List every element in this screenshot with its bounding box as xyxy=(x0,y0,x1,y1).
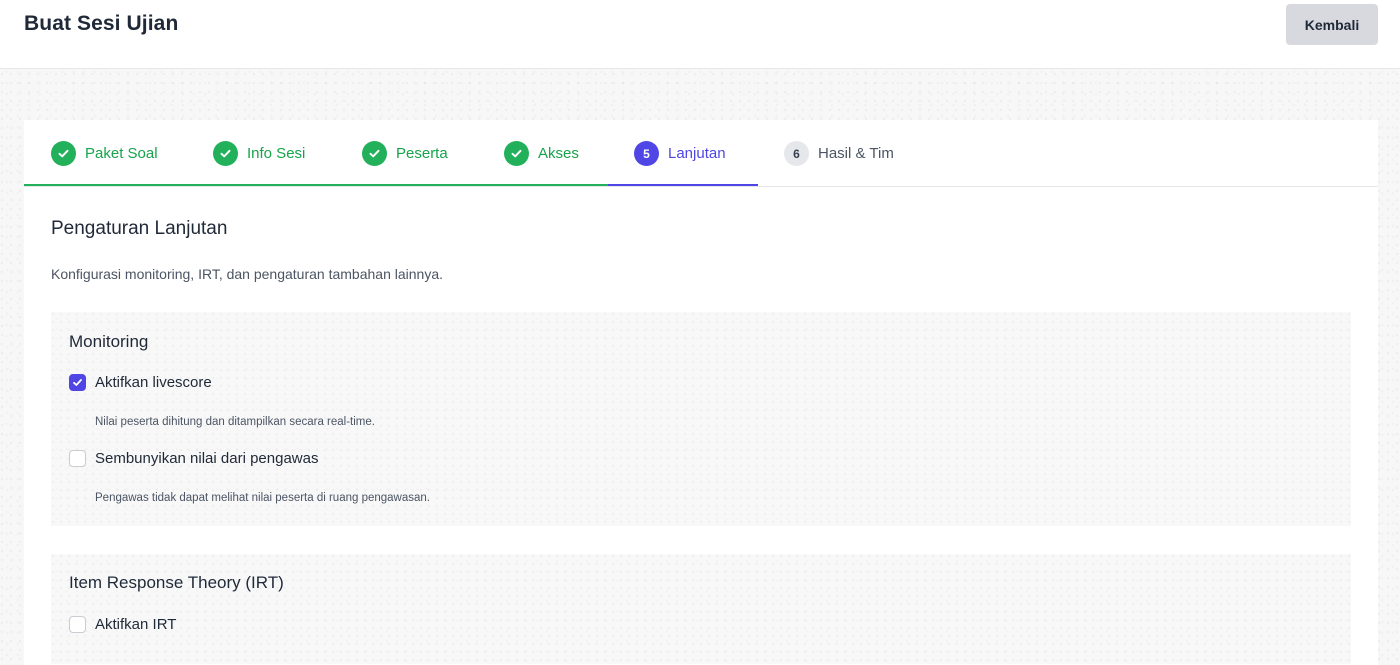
option-help: Pengawas tidak dapat melihat nilai peser… xyxy=(95,492,430,504)
progress-line-done xyxy=(24,184,608,186)
hide-score-checkbox[interactable] xyxy=(69,450,86,467)
section-title: Pengaturan Lanjutan xyxy=(51,218,228,239)
group-title: Item Response Theory (IRT) xyxy=(69,573,284,592)
livescore-checkbox[interactable] xyxy=(69,374,86,391)
step-paket-soal[interactable]: Paket Soal xyxy=(51,120,158,187)
option-label: Aktifkan IRT xyxy=(95,616,177,633)
option-help: Nilai peserta dihitung dan ditampilkan s… xyxy=(95,416,375,428)
back-button[interactable]: Kembali xyxy=(1286,4,1378,45)
page-title: Buat Sesi Ujian xyxy=(24,12,179,35)
step-number: 5 xyxy=(634,141,659,166)
step-label: Akses xyxy=(538,145,579,162)
top-bar: Buat Sesi Ujian Kembali xyxy=(0,0,1400,69)
hide-score-option[interactable]: Sembunyikan nilai dari pengawas xyxy=(69,450,318,467)
check-icon xyxy=(504,141,529,166)
check-icon xyxy=(362,141,387,166)
step-akses[interactable]: Akses xyxy=(504,120,579,187)
option-label: Aktifkan livescore xyxy=(95,374,212,391)
monitoring-group: Monitoring Aktifkan livescore Nilai pese… xyxy=(51,312,1351,526)
livescore-option[interactable]: Aktifkan livescore xyxy=(69,374,212,391)
option-label: Sembunyikan nilai dari pengawas xyxy=(95,450,319,467)
irt-checkbox[interactable] xyxy=(69,616,86,633)
step-lanjutan[interactable]: 5 Lanjutan xyxy=(634,120,726,187)
group-title: Monitoring xyxy=(69,332,149,351)
section-description: Konfigurasi monitoring, IRT, dan pengatu… xyxy=(51,266,443,282)
step-hasil-tim[interactable]: 6 Hasil & Tim xyxy=(784,120,894,187)
stepper-tabs: Paket Soal Info Sesi Peserta Akses 5 Lan… xyxy=(24,120,1378,187)
progress-line-active xyxy=(608,184,758,186)
step-number: 6 xyxy=(784,141,809,166)
step-label: Paket Soal xyxy=(85,145,158,162)
irt-group: Item Response Theory (IRT) Aktifkan IRT xyxy=(51,554,1351,664)
step-peserta[interactable]: Peserta xyxy=(362,120,448,187)
step-label: Hasil & Tim xyxy=(818,145,894,162)
check-icon xyxy=(213,141,238,166)
step-label: Peserta xyxy=(396,145,448,162)
step-label: Info Sesi xyxy=(247,145,306,162)
check-icon xyxy=(51,141,76,166)
form-card: Paket Soal Info Sesi Peserta Akses 5 Lan… xyxy=(24,120,1378,665)
step-info-sesi[interactable]: Info Sesi xyxy=(213,120,305,187)
irt-option[interactable]: Aktifkan IRT xyxy=(69,616,176,633)
step-label: Lanjutan xyxy=(668,145,726,162)
